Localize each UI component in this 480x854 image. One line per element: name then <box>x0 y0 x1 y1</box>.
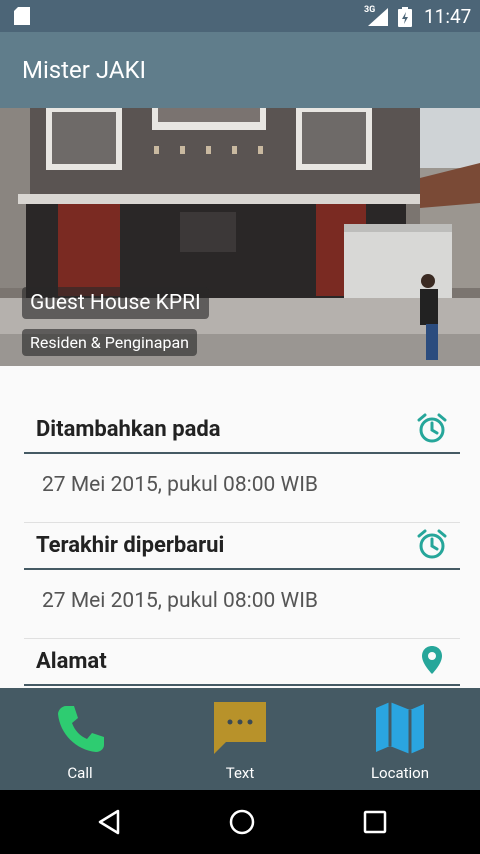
battery-icon <box>398 7 412 27</box>
text-button[interactable]: Text <box>160 688 320 790</box>
detail-value-row: 27 Mei 2015, pukul 08:00 WIB <box>24 570 460 639</box>
detail-value: 27 Mei 2015, pukul 08:00 WIB <box>42 589 318 613</box>
place-category: Residen & Penginapan <box>22 329 197 356</box>
detail-header: Alamat <box>24 638 460 686</box>
location-pin-icon <box>422 646 442 674</box>
map-icon <box>376 702 424 754</box>
detail-label: Terakhir diperbarui <box>36 533 225 558</box>
detail-header: Terakhir diperbarui <box>24 522 460 570</box>
location-button[interactable]: Location <box>320 688 480 790</box>
system-nav-bar <box>0 790 480 854</box>
detail-updated: Terakhir diperbarui 27 Mei 2015, pukul 0… <box>24 522 460 639</box>
detail-value-row: 27 Mei 2015, pukul 08:00 WIB <box>24 454 460 523</box>
status-bar: 3G 11:47 <box>0 0 480 32</box>
signal-icon <box>368 8 388 26</box>
clock: 11:47 <box>424 5 472 28</box>
action-bar: Call Text Location <box>0 688 480 790</box>
alarm-clock-icon <box>417 529 447 559</box>
phone-icon <box>58 706 104 752</box>
app-title: Mister JAKI <box>22 56 147 84</box>
detail-address: Alamat <box>24 638 460 686</box>
place-name: Guest House KPRI <box>22 287 209 319</box>
detail-list[interactable]: Ditambahkan pada 27 Mei 2015, pukul 08:0… <box>0 366 480 688</box>
sd-card-icon <box>14 7 30 25</box>
detail-label: Ditambahkan pada <box>36 417 221 442</box>
detail-label: Alamat <box>36 649 107 674</box>
building-photo-illustration <box>0 108 480 366</box>
location-label: Location <box>370 764 430 782</box>
app-bar: Mister JAKI <box>0 32 480 108</box>
home-icon[interactable] <box>228 808 256 836</box>
place-photo: Guest House KPRI Residen & Penginapan <box>0 108 480 366</box>
detail-header: Ditambahkan pada <box>24 406 460 454</box>
call-label: Call <box>67 764 93 782</box>
detail-added: Ditambahkan pada 27 Mei 2015, pukul 08:0… <box>24 406 460 523</box>
recents-icon[interactable] <box>362 808 388 836</box>
text-label: Text <box>225 764 255 782</box>
alarm-clock-icon <box>417 413 447 443</box>
detail-value: 27 Mei 2015, pukul 08:00 WIB <box>42 473 318 497</box>
back-icon[interactable] <box>96 808 122 836</box>
call-button[interactable]: Call <box>0 688 160 790</box>
message-icon <box>214 702 266 754</box>
